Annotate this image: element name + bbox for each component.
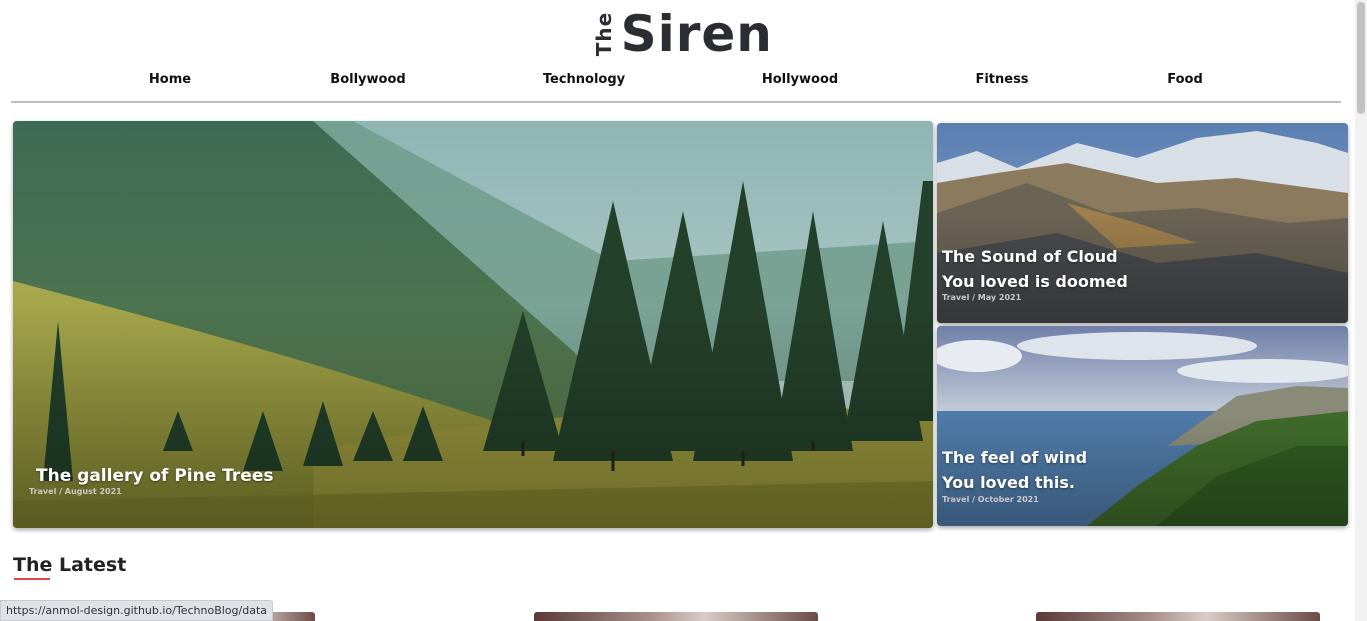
status-bar-url: https://anmol-design.github.io/TechnoBlo… [0, 600, 274, 621]
main-nav: Home Bollywood Technology Hollywood Fitn… [0, 72, 1355, 92]
featured-side-card-2[interactable]: The feel of wind You loved this. Travel … [937, 326, 1348, 526]
featured-main-meta: Travel / August 2021 [29, 487, 122, 496]
page-scrollbar[interactable] [1355, 0, 1367, 621]
featured-side1-title[interactable]: The Sound of Cloud You loved is doomed [942, 244, 1128, 294]
featured-side1-title-line1: The Sound of Cloud [942, 247, 1118, 266]
featured-side2-title-line1: The feel of wind [942, 448, 1088, 467]
nav-divider [11, 101, 1341, 103]
featured-side1-title-line2: You loved is doomed [942, 272, 1128, 291]
section-title-underline [14, 578, 50, 580]
latest-card-thumb-3[interactable] [1036, 612, 1320, 621]
nav-food[interactable]: Food [1167, 72, 1203, 87]
featured-main-title[interactable]: The gallery of Pine Trees [36, 466, 273, 486]
featured-side1-meta: Travel / May 2021 [942, 293, 1022, 302]
nav-fitness[interactable]: Fitness [975, 72, 1028, 87]
card-overlay [13, 304, 933, 528]
latest-card-thumb-2[interactable] [534, 612, 818, 621]
scrollbar-thumb[interactable] [1357, 2, 1365, 114]
nav-hollywood[interactable]: Hollywood [762, 72, 838, 87]
nav-bollywood[interactable]: Bollywood [330, 72, 405, 87]
featured-side-card-1[interactable]: The Sound of Cloud You loved is doomed T… [937, 123, 1348, 323]
nav-technology[interactable]: Technology [543, 72, 625, 87]
featured-side2-meta: Travel / October 2021 [942, 495, 1039, 504]
featured-main-card[interactable]: The gallery of Pine Trees Travel / Augus… [13, 121, 933, 528]
nav-home[interactable]: Home [149, 72, 191, 87]
logo-siren-text: Siren [620, 5, 773, 63]
featured-side2-title[interactable]: The feel of wind You loved this. [942, 445, 1087, 495]
section-title-latest: The Latest [13, 554, 127, 576]
logo-the-text: The [592, 11, 617, 57]
featured-side2-title-line2: You loved this. [942, 473, 1075, 492]
site-logo[interactable]: The Siren [0, 6, 1355, 62]
